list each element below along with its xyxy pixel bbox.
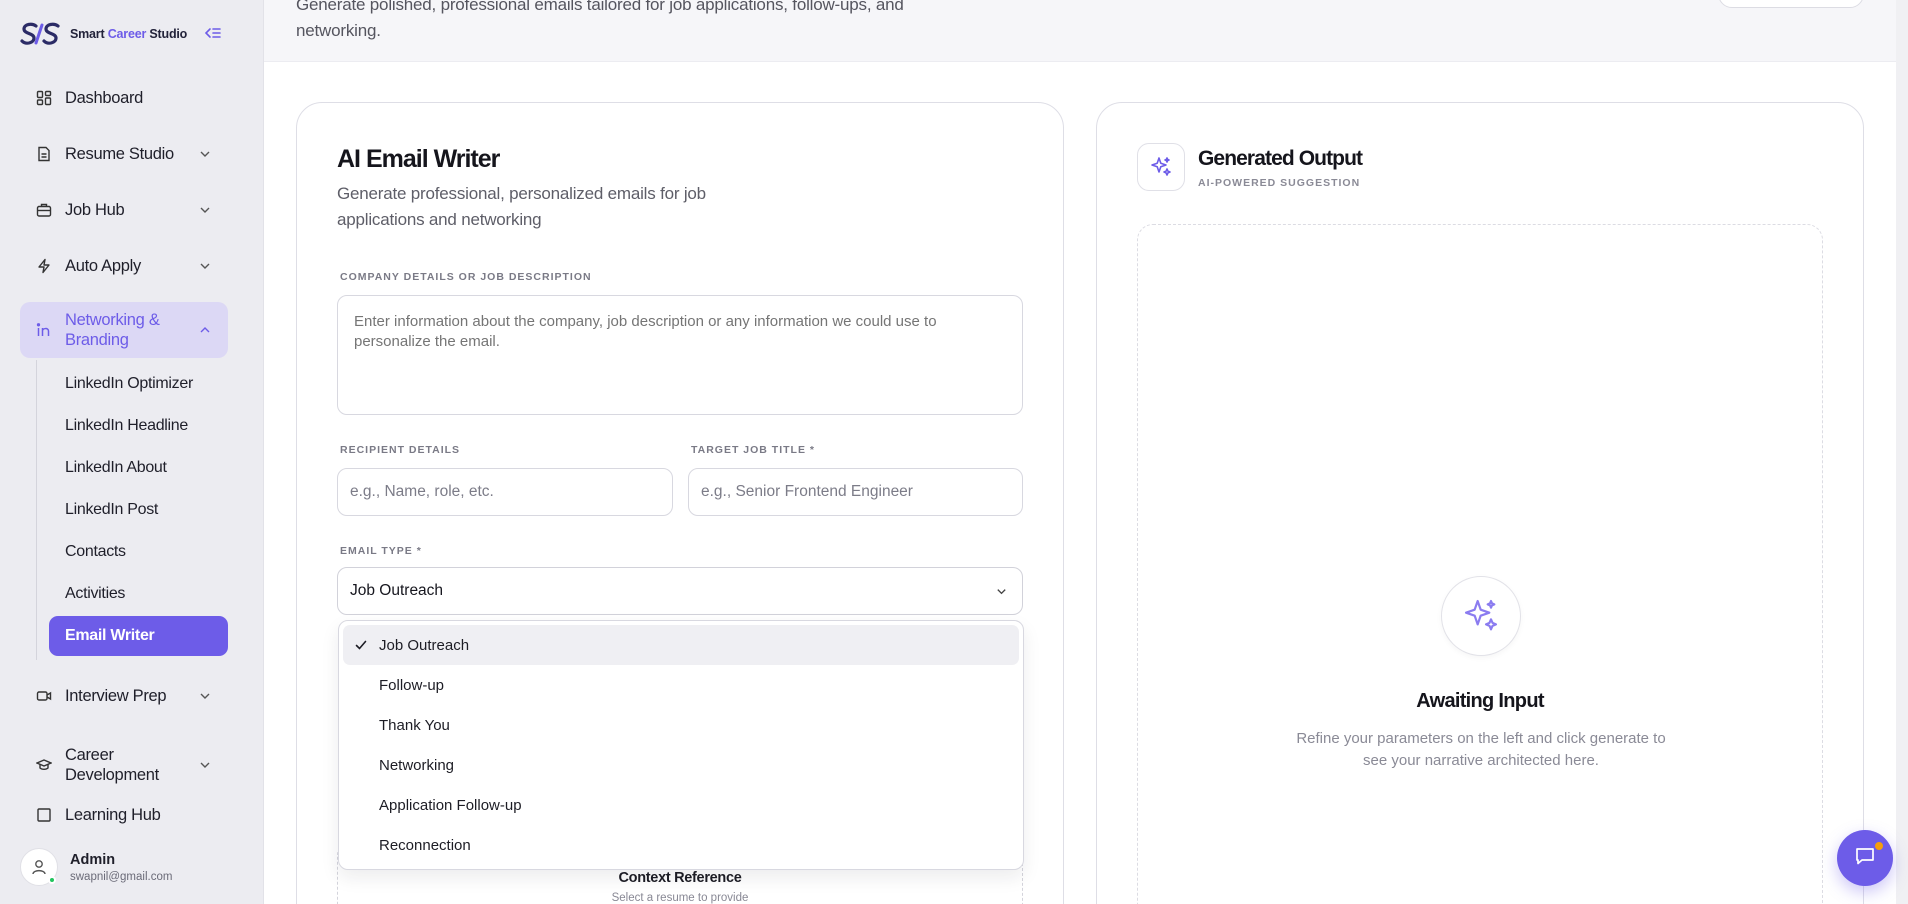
online-status-dot (48, 876, 56, 884)
sidebar-item-linkedin-optimizer[interactable]: LinkedIn Optimizer (49, 364, 228, 404)
avatar (20, 848, 58, 886)
email-type-value: Job Outreach (350, 582, 444, 599)
nav-interview-prep[interactable]: Interview Prep (20, 676, 228, 716)
chevron-down-icon (198, 689, 212, 703)
briefcase-icon (35, 201, 53, 219)
sidebar-item-linkedin-post[interactable]: LinkedIn Post (49, 490, 228, 530)
notification-dot (1875, 842, 1883, 850)
generated-output-card: Generated Output AI-POWERED SUGGESTION A… (1096, 102, 1864, 904)
form-subtitle: Generate professional, personalized emai… (337, 184, 706, 229)
sidebar-item-activities[interactable]: Activities (49, 574, 228, 614)
target-job-title-label: TARGET JOB TITLE * (691, 444, 815, 456)
recipient-details-input[interactable]: e.g., Name, role, etc. (337, 468, 673, 516)
sparkles-icon (1137, 143, 1185, 191)
recipient-details-label: RECIPIENT DETAILS (340, 444, 461, 456)
nav-networking-branding[interactable]: Networking & Branding (20, 302, 228, 358)
nav-resume-studio[interactable]: Resume Studio (20, 134, 228, 174)
awaiting-input-text: Refine your parameters on the left and c… (1296, 730, 1666, 769)
output-subtitle: AI-POWERED SUGGESTION (1198, 177, 1361, 189)
chevron-down-icon (198, 758, 212, 772)
output-title: Generated Output (1198, 147, 1363, 170)
chat-button[interactable] (1837, 830, 1893, 886)
book-icon (35, 806, 53, 824)
awaiting-input-title: Awaiting Input (1416, 690, 1544, 712)
nav-career-development[interactable]: Career Development (20, 740, 228, 790)
user-email: swapnil@gmail.com (70, 870, 173, 883)
user-name: Admin (70, 851, 116, 868)
document-icon (35, 145, 53, 163)
sidebar-item-contacts[interactable]: Contacts (49, 532, 228, 572)
nav-auto-apply[interactable]: Auto Apply (20, 246, 228, 286)
sidebar: Smart Career Studio Dashboard Resume Stu… (0, 0, 264, 904)
check-icon (354, 638, 368, 652)
submenu-rail (36, 360, 37, 660)
chevron-down-icon (198, 147, 212, 161)
chevron-down-icon (198, 203, 212, 217)
target-job-title-input[interactable]: e.g., Senior Frontend Engineer (688, 468, 1023, 516)
nav-learning-hub[interactable]: Learning Hub (20, 806, 228, 826)
sparkles-icon (1441, 576, 1521, 656)
email-type-label: EMAIL TYPE * (340, 545, 422, 557)
email-type-select[interactable]: Job Outreach (337, 567, 1023, 615)
page-header: Generate polished, professional emails t… (264, 0, 1896, 62)
chat-icon (1853, 844, 1877, 873)
company-details-textarea[interactable] (337, 295, 1023, 415)
user-profile[interactable]: Admin swapnil@gmail.com (20, 846, 250, 888)
context-reference-subtitle: Select a resume to provide (611, 892, 749, 904)
email-type-option[interactable]: Networking (343, 745, 1019, 785)
collapse-sidebar-icon[interactable] (204, 24, 222, 42)
nav-job-hub[interactable]: Job Hub (20, 190, 228, 230)
form-title: AI Email Writer (337, 145, 500, 173)
output-area: Awaiting Input Refine your parameters on… (1137, 224, 1823, 904)
sidebar-item-linkedin-headline[interactable]: LinkedIn Headline (49, 406, 228, 446)
lightning-icon (35, 257, 53, 275)
email-type-option[interactable]: Reconnection (343, 825, 1019, 865)
chevron-down-icon (198, 259, 212, 273)
graduation-cap-icon (35, 756, 53, 774)
sidebar-item-linkedin-about[interactable]: LinkedIn About (49, 448, 228, 488)
email-type-option[interactable]: Follow-up (343, 665, 1019, 705)
brand-name: Smart Career Studio (70, 27, 188, 41)
company-details-label: COMPANY DETAILS OR JOB DESCRIPTION (340, 271, 592, 283)
grid-icon (35, 89, 53, 107)
header-action-button[interactable] (1718, 0, 1864, 8)
brand[interactable]: Smart Career Studio (20, 18, 187, 50)
chevron-up-icon (198, 323, 212, 337)
page-description: Generate polished, professional emails t… (296, 0, 904, 40)
context-reference-title: Context Reference (618, 870, 742, 886)
scrollbar[interactable] (1896, 0, 1908, 904)
email-type-option[interactable]: Application Follow-up (343, 785, 1019, 825)
email-type-option[interactable]: Thank You (343, 705, 1019, 745)
sidebar-item-email-writer[interactable]: Email Writer (49, 616, 228, 656)
chevron-down-icon (995, 585, 1008, 598)
nav-dashboard[interactable]: Dashboard (20, 78, 228, 118)
email-type-option[interactable]: Job Outreach (343, 625, 1019, 665)
email-type-dropdown: Job Outreach Follow-up Thank You Network… (338, 620, 1024, 870)
linkedin-icon (35, 321, 53, 339)
video-icon (35, 687, 53, 705)
brand-logo (20, 20, 64, 48)
